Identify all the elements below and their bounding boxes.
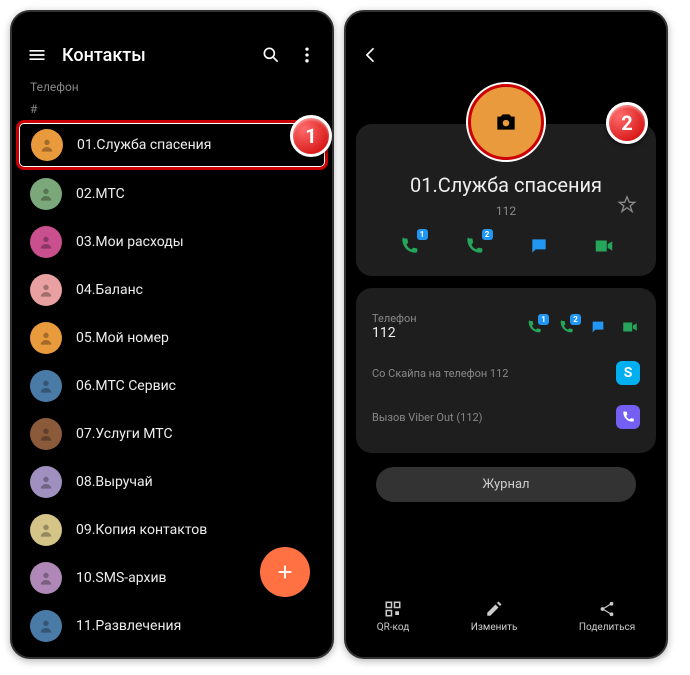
favorite-star-icon[interactable] [616, 194, 638, 216]
contact-name: 01.Служба спасения [77, 137, 211, 153]
message-button[interactable] [525, 232, 553, 260]
contact-item[interactable]: 07.Услуги МТС [12, 410, 332, 458]
contact-name: 09.Копия контактов [76, 522, 207, 538]
contact-item[interactable]: 03.Мои расходы [12, 218, 332, 266]
camera-icon [493, 109, 519, 135]
contact-item[interactable]: 02.МТС [12, 170, 332, 218]
contact-name: 02.МТС [76, 186, 125, 202]
subheader: Телефон [12, 76, 332, 98]
contact-name: 03.Мои расходы [76, 234, 184, 250]
profile-photo-button[interactable] [468, 84, 544, 160]
edit-icon [485, 600, 503, 618]
avatar [30, 418, 62, 450]
section-marker: # [12, 98, 332, 120]
qr-icon [384, 600, 402, 618]
viber-icon[interactable] [616, 405, 640, 429]
call-sim2-mini[interactable]: 2 [556, 317, 576, 337]
phone-row[interactable]: Телефон 112 1 2 [372, 302, 640, 351]
contact-name: 07.Услуги МТС [76, 426, 173, 442]
contact-item[interactable]: 05.Мой номер [12, 314, 332, 362]
annotation-badge-2: 2 [606, 102, 648, 144]
back-icon[interactable] [360, 44, 382, 66]
avatar [30, 370, 62, 402]
video-call-button[interactable] [590, 232, 618, 260]
phone-right: 01.Служба спасения 112 1 2 [344, 10, 668, 659]
status-bar [12, 12, 332, 34]
avatar [30, 274, 62, 306]
phone-value: 112 [372, 325, 514, 341]
contact-item[interactable]: 01.Служба спасения [16, 120, 328, 170]
contact-name: 01.Служба спасения [366, 172, 646, 198]
avatar [30, 610, 62, 642]
skype-icon[interactable]: S [616, 361, 640, 385]
header-title: Контакты [62, 45, 246, 66]
skype-row[interactable]: Со Скайпа на телефон 112 S [372, 351, 640, 395]
share-button[interactable]: Поделиться [579, 600, 635, 633]
contact-name: 05.Мой номер [76, 330, 169, 346]
avatar [30, 226, 62, 258]
skype-label: Со Скайпа на телефон 112 [372, 367, 606, 380]
action-row: 1 2 [366, 232, 646, 260]
journal-button[interactable]: Журнал [376, 467, 636, 502]
search-icon[interactable] [260, 44, 282, 66]
contact-name: 10.SMS-архив [76, 570, 167, 586]
status-bar [346, 12, 666, 34]
call-sim2-button[interactable]: 2 [460, 232, 488, 260]
avatar [30, 178, 62, 210]
contact-name: 08.Выручай [76, 474, 153, 490]
call-sim1-mini[interactable]: 1 [524, 317, 544, 337]
contact-item[interactable]: 08.Выручай [12, 458, 332, 506]
bottom-bar: QR-код Изменить Поделиться [346, 590, 666, 643]
viber-row[interactable]: Вызов Viber Out (112) [372, 395, 640, 439]
avatar [31, 129, 63, 161]
contacts-header: Контакты [12, 34, 332, 76]
avatar [30, 562, 62, 594]
phone-left: Контакты Телефон # 01.Служба спасения 02.… [10, 10, 334, 659]
qr-code-button[interactable]: QR-код [377, 600, 410, 633]
call-sim1-button[interactable]: 1 [395, 232, 423, 260]
contact-item[interactable]: 06.МТС Сервис [12, 362, 332, 410]
phone-label: Телефон [372, 312, 514, 325]
message-mini[interactable] [588, 317, 608, 337]
profile-card: 01.Служба спасения 112 1 2 [356, 124, 656, 276]
contact-item[interactable]: 04.Баланс [12, 266, 332, 314]
avatar [30, 466, 62, 498]
add-contact-button[interactable] [260, 547, 310, 597]
contact-item[interactable]: 11.Развлечения [12, 602, 332, 650]
annotation-badge-1: 1 [290, 115, 332, 157]
contact-number: 112 [366, 204, 646, 218]
menu-icon[interactable] [26, 44, 48, 66]
info-card: Телефон 112 1 2 Со Скайпа на телефон 112… [356, 288, 656, 453]
contact-name: 06.МТС Сервис [76, 378, 176, 394]
avatar [30, 322, 62, 354]
edit-button[interactable]: Изменить [471, 600, 518, 633]
avatar [30, 514, 62, 546]
detail-header [346, 34, 666, 76]
viber-label: Вызов Viber Out (112) [372, 411, 606, 424]
contact-name: 11.Развлечения [76, 618, 181, 634]
contact-name: 04.Баланс [76, 282, 143, 298]
share-icon [598, 600, 616, 618]
more-icon[interactable] [296, 44, 318, 66]
video-mini[interactable] [620, 317, 640, 337]
